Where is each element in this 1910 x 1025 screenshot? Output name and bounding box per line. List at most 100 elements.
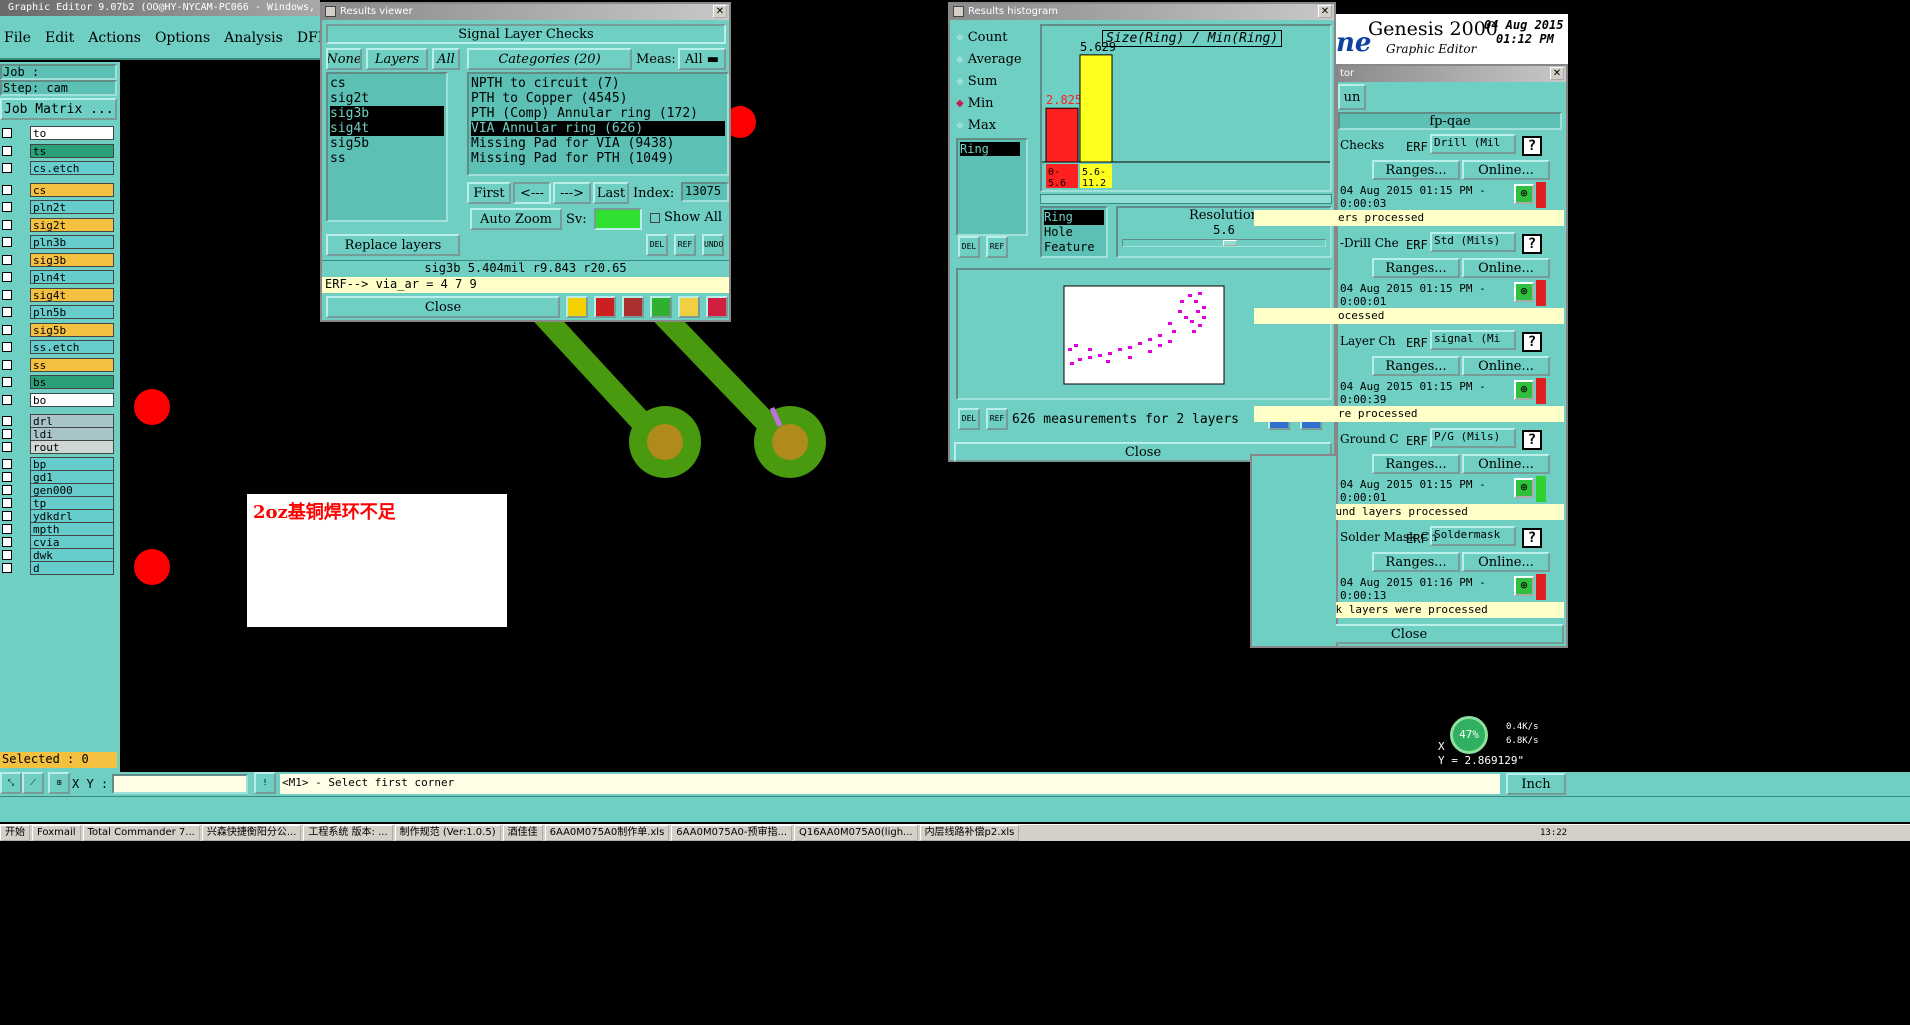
online-button[interactable]: Online...: [1462, 258, 1550, 278]
mode-radio-sum[interactable]: ◆ Sum: [956, 70, 1036, 92]
layer-checkbox[interactable]: [2, 324, 12, 335]
taskbar-item[interactable]: 酒佳佳: [502, 825, 543, 841]
action-name[interactable]: Checks: [1340, 138, 1384, 152]
category-list-item[interactable]: Missing Pad for VIA (9438): [471, 136, 725, 151]
layer-checkbox[interactable]: [2, 563, 12, 573]
ranges-button[interactable]: Ranges...: [1372, 356, 1460, 376]
layer-row[interactable]: dwk: [0, 548, 115, 562]
layer-row[interactable]: sig4t: [0, 287, 115, 302]
layer-checkbox[interactable]: [2, 289, 12, 300]
layer-row[interactable]: pln3b: [0, 235, 115, 249]
zoom-icon[interactable]: ⊕: [1514, 380, 1534, 400]
xy-input[interactable]: [112, 774, 248, 794]
mode-radio-max[interactable]: ◆ Max: [956, 114, 1036, 136]
layer-row[interactable]: cs.etch: [0, 161, 115, 175]
erf-select[interactable]: Std (Mils): [1430, 232, 1516, 252]
erf-select[interactable]: signal (Mi: [1430, 330, 1516, 350]
layer-checkbox[interactable]: [2, 272, 12, 282]
layer-checkbox[interactable]: [2, 498, 12, 508]
layers-all-button[interactable]: All: [432, 48, 460, 70]
close-icon[interactable]: ✕: [713, 5, 727, 18]
number-icon[interactable]: [650, 296, 672, 318]
mode-radio-average[interactable]: ◆ Average: [956, 48, 1036, 70]
erf-select[interactable]: P/G (Mils): [1430, 428, 1516, 448]
layer-list-item[interactable]: sig3b: [330, 106, 444, 121]
taskbar-item[interactable]: Total Commander 7...: [82, 825, 200, 841]
layer-checkbox[interactable]: [2, 145, 12, 156]
menu-edit[interactable]: Edit: [45, 30, 74, 46]
job-matrix-button[interactable]: Job Matrix ...: [0, 98, 117, 120]
layer-row[interactable]: gd1: [0, 470, 115, 484]
layer-row[interactable]: pln2t: [0, 200, 115, 214]
histogram-icon[interactable]: [706, 296, 728, 318]
layer-checkbox[interactable]: [2, 377, 12, 387]
last-button[interactable]: Last: [593, 182, 629, 204]
help-icon[interactable]: ?: [1522, 528, 1542, 548]
layer-list-item[interactable]: sig2t: [330, 91, 444, 106]
attr-list-item[interactable]: Feature: [1044, 240, 1104, 255]
auto-zoom-select[interactable]: Auto Zoom: [470, 208, 562, 230]
taskbar-item[interactable]: 内层线路补偿p2.xls: [919, 825, 1020, 841]
undo-icon[interactable]: UNDO: [702, 234, 724, 256]
zoom-icon[interactable]: ⊕: [1514, 478, 1534, 498]
layer-row[interactable]: rout: [0, 440, 115, 454]
layer-row[interactable]: bo: [0, 392, 115, 407]
category-list-item[interactable]: PTH (Comp) Annular ring (172): [471, 106, 725, 121]
online-button[interactable]: Online...: [1462, 454, 1550, 474]
results-category-list[interactable]: NPTH to circuit (7) PTH to Copper (4545) P…: [467, 72, 729, 176]
layer-row[interactable]: gen000: [0, 483, 115, 497]
taskbar-item[interactable]: 开始: [0, 825, 30, 841]
layer-checkbox[interactable]: [2, 219, 12, 230]
layer-checkbox[interactable]: [2, 254, 12, 265]
menu-analysis[interactable]: Analysis: [224, 30, 283, 46]
first-button[interactable]: First: [467, 182, 511, 204]
layer-checkbox[interactable]: [2, 442, 12, 452]
ring-list[interactable]: Ring: [956, 138, 1028, 236]
layer-checkbox[interactable]: [2, 237, 12, 247]
layer-row[interactable]: tp: [0, 496, 115, 510]
results-close-button[interactable]: Close: [326, 296, 560, 318]
online-button[interactable]: Online...: [1462, 356, 1550, 376]
layer-row[interactable]: ss.etch: [0, 340, 115, 354]
layer-checkbox[interactable]: [2, 537, 12, 547]
ranges-button[interactable]: Ranges...: [1372, 454, 1460, 474]
menu-file[interactable]: File: [4, 30, 31, 46]
layer-list-item[interactable]: sig4t: [330, 121, 444, 136]
index-field[interactable]: 13075: [681, 182, 729, 202]
run-button[interactable]: un: [1338, 84, 1366, 110]
layer-checkbox[interactable]: [2, 472, 12, 482]
hist-del-icon[interactable]: DEL: [958, 236, 980, 258]
hist-ref-icon[interactable]: REF: [986, 236, 1008, 258]
layer-checkbox[interactable]: [2, 485, 12, 495]
chart-icon[interactable]: [566, 296, 588, 318]
layer-checkbox[interactable]: [2, 342, 12, 352]
layer-row[interactable]: d: [0, 561, 115, 575]
menu-options[interactable]: Options: [155, 30, 210, 46]
close-icon[interactable]: ✕: [1318, 5, 1332, 18]
category-list-item[interactable]: PTH to Copper (4545): [471, 91, 725, 106]
layer-row[interactable]: drl: [0, 414, 115, 428]
zoom-icon[interactable]: ⊕: [1514, 576, 1534, 596]
layer-row[interactable]: sig5b: [0, 322, 115, 337]
replace-layers-select[interactable]: Replace layers: [326, 234, 460, 256]
note-icon[interactable]: [678, 296, 700, 318]
layer-row[interactable]: to: [0, 126, 115, 140]
histogram-bar[interactable]: [1079, 54, 1113, 163]
layer-checkbox[interactable]: [2, 416, 12, 426]
layer-row[interactable]: ldi: [0, 427, 115, 441]
layer-checkbox[interactable]: [2, 163, 12, 173]
help-icon[interactable]: ?: [1522, 332, 1542, 352]
close-icon[interactable]: ✕: [1550, 67, 1564, 80]
info-icon[interactable]: !: [254, 772, 276, 794]
layer-list-item[interactable]: ss: [330, 151, 444, 166]
zoom-icon[interactable]: ⊕: [1514, 184, 1534, 204]
measure-icon[interactable]: ⟋: [22, 772, 44, 794]
help-icon[interactable]: ?: [1522, 136, 1542, 156]
layers-none-button[interactable]: None: [326, 48, 362, 70]
resolution-slider[interactable]: [1122, 239, 1326, 247]
taskbar-item[interactable]: Q16AA0M075A0(ligh...: [794, 825, 918, 841]
layer-row[interactable]: cs: [0, 182, 115, 197]
grid-icon[interactable]: ⊞: [48, 772, 70, 794]
layer-checkbox[interactable]: [2, 202, 12, 212]
layer-checkbox[interactable]: [2, 394, 12, 405]
